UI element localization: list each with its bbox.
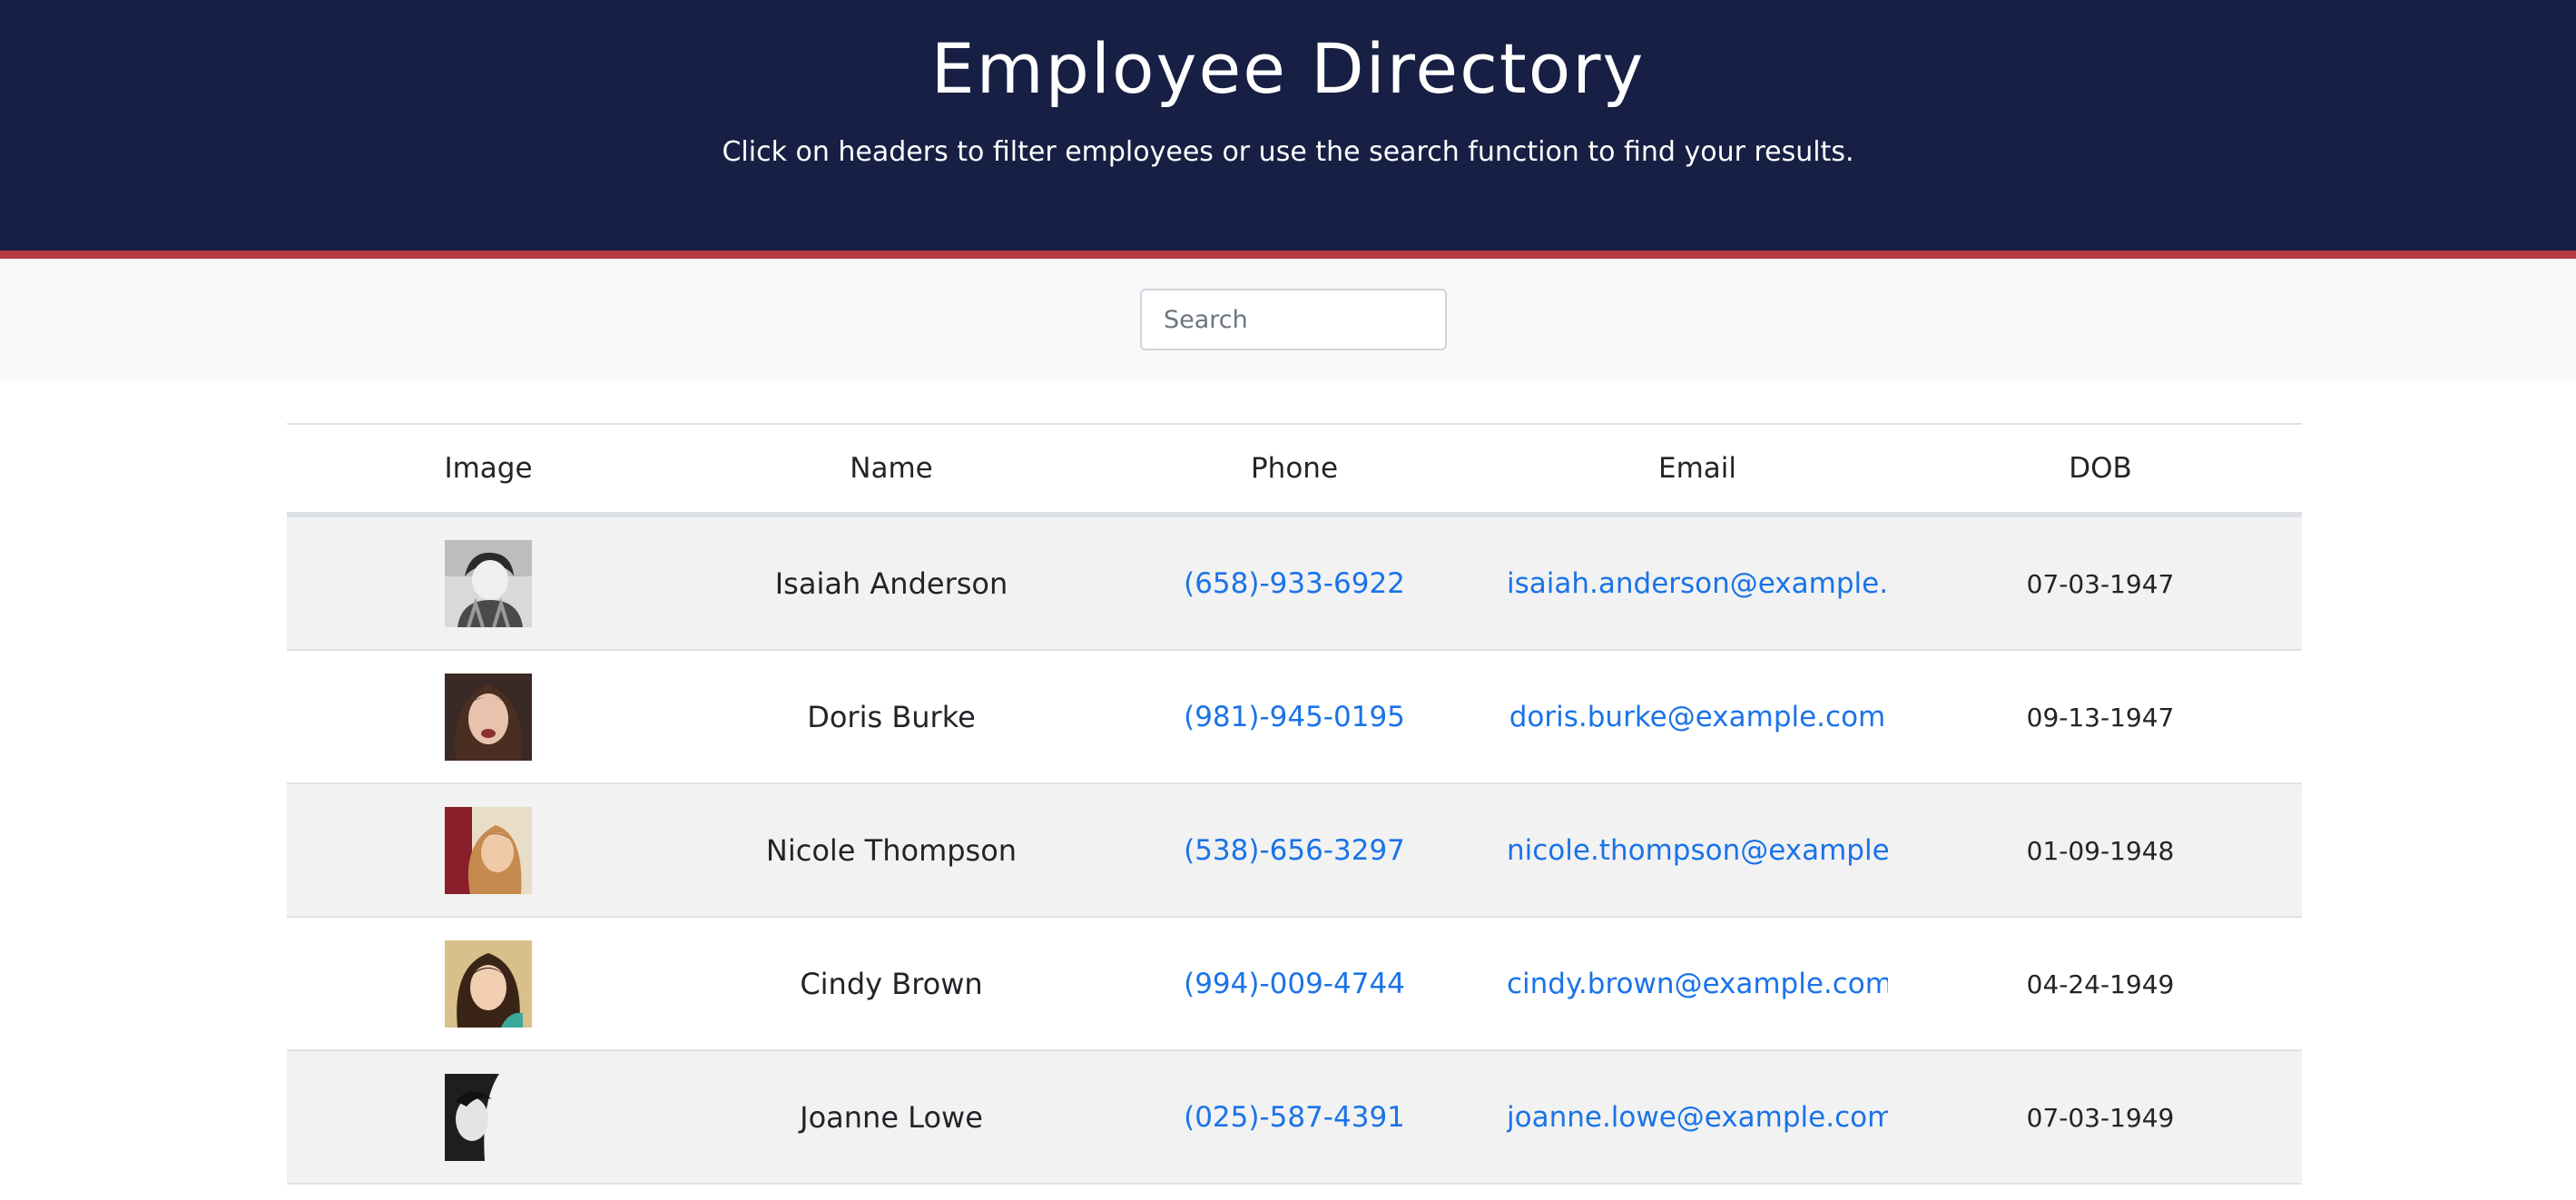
email-cell: isaiah.anderson@example.com [1496,515,1899,651]
employee-email-link[interactable]: joanne.lowe@example.com [1507,1101,1888,1134]
image-cell [287,783,690,918]
employee-dob: 04-24-1949 [2026,969,2175,999]
name-cell: Nicole Thompson [690,783,1093,918]
employee-dob: 07-03-1949 [2026,1102,2175,1133]
phone-cell: (981)-945-0195 [1093,650,1496,784]
employee-name: Cindy Brown [800,966,983,1001]
employee-avatar [445,939,532,1028]
employee-avatar [445,673,532,761]
image-cell [287,1050,690,1185]
email-cell: doris.burke@example.com [1496,650,1899,784]
employee-email-link[interactable]: isaiah.anderson@example.com [1507,567,1888,600]
name-cell: Doris Burke [690,650,1093,784]
dob-cell: 07-03-1947 [1899,515,2302,651]
employee-dob: 01-09-1948 [2026,835,2175,866]
column-header-image[interactable]: Image [287,423,690,517]
column-header-dob[interactable]: DOB [1899,423,2302,517]
employee-email-link[interactable]: nicole.thompson@example.com [1507,834,1888,867]
name-cell: Isaiah Anderson [690,515,1093,651]
employee-table: Image Name Phone Email DOB Isaiah Anders… [287,423,2302,1185]
employee-dob: 07-03-1947 [2026,568,2175,599]
column-header-email[interactable]: Email [1496,423,1899,517]
employee-phone-link[interactable]: (538)-656-3297 [1184,834,1405,867]
email-cell: nicole.thompson@example.com [1496,783,1899,918]
phone-cell: (538)-656-3297 [1093,783,1496,918]
employee-phone-link[interactable]: (981)-945-0195 [1184,701,1405,733]
table-row: Nicole Thompson (538)-656-3297 nicole.th… [287,783,2302,918]
phone-cell: (658)-933-6922 [1093,515,1496,651]
employee-name: Doris Burke [807,699,976,734]
header-accent-line [0,251,2576,259]
email-cell: cindy.brown@example.com [1496,917,1899,1051]
employee-dob: 09-13-1947 [2026,702,2175,733]
table-row: Cindy Brown (994)-009-4744 cindy.brown@e… [287,917,2302,1051]
table-row: Isaiah Anderson (658)-933-6922 isaiah.an… [287,515,2302,651]
dob-cell: 04-24-1949 [1899,917,2302,1051]
image-cell [287,650,690,784]
dob-cell: 07-03-1949 [1899,1050,2302,1185]
employee-name: Nicole Thompson [765,832,1018,868]
table-header-row: Image Name Phone Email DOB [287,423,2302,517]
employee-email-link[interactable]: cindy.brown@example.com [1507,968,1888,1000]
search-input[interactable] [1140,289,1447,350]
employee-email-link[interactable]: doris.burke@example.com [1509,701,1886,733]
table-row: Joanne Lowe (025)-587-4391 joanne.lowe@e… [287,1050,2302,1185]
employee-avatar [445,539,532,627]
column-header-name[interactable]: Name [690,423,1093,517]
page-title: Employee Directory [930,28,1646,109]
name-cell: Cindy Brown [690,917,1093,1051]
phone-cell: (994)-009-4744 [1093,917,1496,1051]
employee-avatar [445,806,532,894]
employee-name: Isaiah Anderson [774,566,1008,601]
employee-avatar [445,1073,532,1161]
employee-phone-link[interactable]: (994)-009-4744 [1184,968,1405,1000]
column-header-phone[interactable]: Phone [1093,423,1496,517]
page-subtitle: Click on headers to filter employees or … [722,136,1854,168]
page-header: Employee Directory Click on headers to f… [0,0,2576,251]
employee-phone-link[interactable]: (658)-933-6922 [1184,567,1405,600]
employee-phone-link[interactable]: (025)-587-4391 [1184,1101,1405,1134]
dob-cell: 01-09-1948 [1899,783,2302,918]
employee-name: Joanne Lowe [800,1099,983,1135]
phone-cell: (025)-587-4391 [1093,1050,1496,1185]
image-cell [287,515,690,651]
name-cell: Joanne Lowe [690,1050,1093,1185]
table-row: Doris Burke (981)-945-0195 doris.burke@e… [287,650,2302,784]
search-bar [0,259,2576,381]
dob-cell: 09-13-1947 [1899,650,2302,784]
email-cell: joanne.lowe@example.com [1496,1050,1899,1185]
image-cell [287,917,690,1051]
